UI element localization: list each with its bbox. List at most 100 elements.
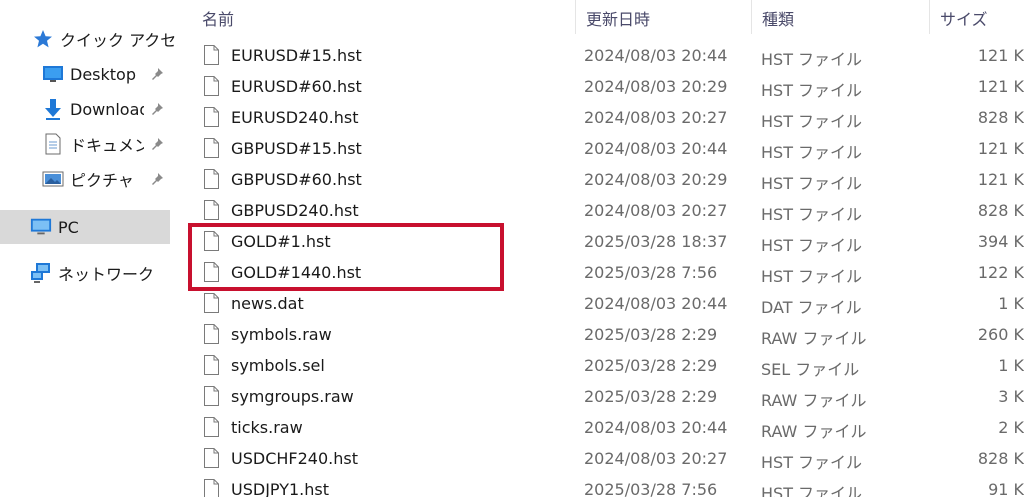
file-type: RAW ファイル	[761, 329, 867, 348]
nav-item-pc[interactable]: PC	[0, 210, 170, 244]
file-icon	[204, 293, 219, 313]
file-size: 91 K	[988, 480, 1024, 497]
file-date: 2024/08/03 20:44	[584, 294, 728, 313]
file-icon	[204, 169, 219, 189]
file-name: GBPUSD#15.hst	[231, 139, 362, 158]
nav-item-pictures[interactable]: ピクチャ	[42, 162, 178, 196]
file-date: 2024/08/03 20:27	[584, 108, 728, 127]
file-icon	[204, 138, 219, 158]
file-date: 2024/08/03 20:44	[584, 418, 728, 437]
file-size: 1 K	[998, 356, 1024, 375]
file-row[interactable]: EURUSD#60.hst 2024/08/03 20:29 HST ファイル 121…	[182, 71, 1024, 102]
file-row[interactable]: symbols.sel 2025/03/28 2:29 SEL ファイル 1 K	[182, 350, 1024, 381]
pin-icon[interactable]	[148, 100, 166, 118]
file-row[interactable]: USDCHF240.hst 2024/08/03 20:27 HST ファイル 828…	[182, 443, 1024, 474]
column-size-header[interactable]: サイズ	[940, 6, 988, 30]
file-size: 121 K	[977, 77, 1024, 96]
file-icon	[204, 386, 219, 406]
download-arrow-icon	[42, 98, 64, 120]
file-name: GBPUSD240.hst	[231, 201, 359, 220]
desktop-icon	[42, 63, 64, 85]
file-name: EURUSD240.hst	[231, 108, 359, 127]
file-date: 2025/03/28 7:56	[584, 263, 718, 282]
file-size: 121 K	[977, 170, 1024, 189]
pin-icon[interactable]	[148, 170, 166, 188]
file-size: 3 K	[998, 387, 1024, 406]
navigation-pane: クイック アクセス Desktop Downloads ドキュメント ピク	[0, 0, 178, 497]
file-icon	[204, 45, 219, 65]
file-size: 1 K	[998, 294, 1024, 313]
nav-item-quick-access[interactable]: クイック アクセス	[32, 22, 178, 56]
nav-label-documents: ドキュメント	[70, 136, 144, 155]
file-name: news.dat	[231, 294, 304, 313]
picture-icon	[42, 168, 64, 190]
file-size: 122 K	[977, 263, 1024, 282]
file-row[interactable]: GBPUSD240.hst 2024/08/03 20:27 HST ファイル 828…	[182, 195, 1024, 226]
pin-icon[interactable]	[148, 135, 166, 153]
pin-icon[interactable]	[148, 65, 166, 83]
file-icon	[204, 448, 219, 468]
file-size: 260 K	[977, 325, 1024, 344]
file-name: GBPUSD#60.hst	[231, 170, 362, 189]
nav-item-downloads[interactable]: Downloads	[42, 92, 178, 126]
file-icon	[204, 200, 219, 220]
nav-item-documents[interactable]: ドキュメント	[42, 127, 178, 161]
file-date: 2025/03/28 7:56	[584, 480, 718, 497]
file-row[interactable]: symbols.raw 2025/03/28 2:29 RAW ファイル 260 K	[182, 319, 1024, 350]
file-type: RAW ファイル	[761, 422, 867, 441]
file-date: 2025/03/28 2:29	[584, 325, 718, 344]
column-divider[interactable]	[929, 0, 930, 34]
column-header: ^ 名前 更新日時 種類 サイズ	[182, 0, 1024, 36]
pc-icon	[30, 216, 52, 238]
file-date: 2024/08/03 20:44	[584, 46, 728, 65]
column-name-header[interactable]: 名前	[202, 6, 234, 30]
nav-label-downloads: Downloads	[70, 99, 144, 119]
nav-label-quick-access: クイック アクセス	[60, 31, 178, 50]
file-row[interactable]: news.dat 2024/08/03 20:44 DAT ファイル 1 K	[182, 288, 1024, 319]
file-row[interactable]: symgroups.raw 2025/03/28 2:29 RAW ファイル 3 K	[182, 381, 1024, 412]
nav-item-network[interactable]: ネットワーク	[30, 256, 178, 290]
file-date: 2025/03/28 2:29	[584, 387, 718, 406]
file-date: 2025/03/28 2:29	[584, 356, 718, 375]
file-type: HST ファイル	[761, 81, 863, 100]
file-row[interactable]: EURUSD#15.hst 2024/08/03 20:44 HST ファイル 121…	[182, 40, 1024, 71]
file-row[interactable]: ticks.raw 2024/08/03 20:44 RAW ファイル 2 K	[182, 412, 1024, 443]
column-divider[interactable]	[751, 0, 752, 34]
nav-label-pc: PC	[58, 217, 79, 237]
nav-label-network: ネットワーク	[58, 265, 155, 284]
file-name: ticks.raw	[231, 418, 303, 437]
nav-label-pictures: ピクチャ	[70, 171, 134, 190]
file-type: HST ファイル	[761, 143, 863, 162]
file-type: RAW ファイル	[761, 391, 867, 410]
file-name: symbols.sel	[231, 356, 325, 375]
file-name: EURUSD#60.hst	[231, 77, 362, 96]
file-icon	[204, 324, 219, 344]
file-name: USDJPY1.hst	[231, 480, 329, 497]
file-row[interactable]: EURUSD240.hst 2024/08/03 20:27 HST ファイル 828…	[182, 102, 1024, 133]
file-type: HST ファイル	[761, 174, 863, 193]
file-date: 2025/03/28 18:37	[584, 232, 728, 251]
file-size: 828 K	[977, 449, 1024, 468]
file-icon	[204, 417, 219, 437]
file-row[interactable]: GBPUSD#15.hst 2024/08/03 20:44 HST ファイル 121…	[182, 133, 1024, 164]
column-date-header[interactable]: 更新日時	[586, 6, 650, 30]
network-icon	[30, 262, 52, 284]
quick-access-star-icon	[32, 28, 54, 50]
file-type: HST ファイル	[761, 205, 863, 224]
file-name: USDCHF240.hst	[231, 449, 358, 468]
file-type: HST ファイル	[761, 453, 863, 472]
file-size: 394 K	[977, 232, 1024, 251]
file-name: symgroups.raw	[231, 387, 354, 406]
file-row[interactable]: GBPUSD#60.hst 2024/08/03 20:29 HST ファイル 121…	[182, 164, 1024, 195]
file-row[interactable]: USDJPY1.hst 2025/03/28 7:56 HST ファイル 91 K	[182, 474, 1024, 497]
column-divider[interactable]	[575, 0, 576, 34]
document-icon	[42, 133, 64, 155]
column-type-header[interactable]: 種類	[762, 6, 794, 30]
file-size: 2 K	[998, 418, 1024, 437]
file-icon	[204, 479, 219, 497]
nav-item-desktop[interactable]: Desktop	[42, 57, 178, 91]
file-type: HST ファイル	[761, 267, 863, 286]
file-size: 828 K	[977, 108, 1024, 127]
file-icon	[204, 76, 219, 96]
file-name: EURUSD#15.hst	[231, 46, 362, 65]
